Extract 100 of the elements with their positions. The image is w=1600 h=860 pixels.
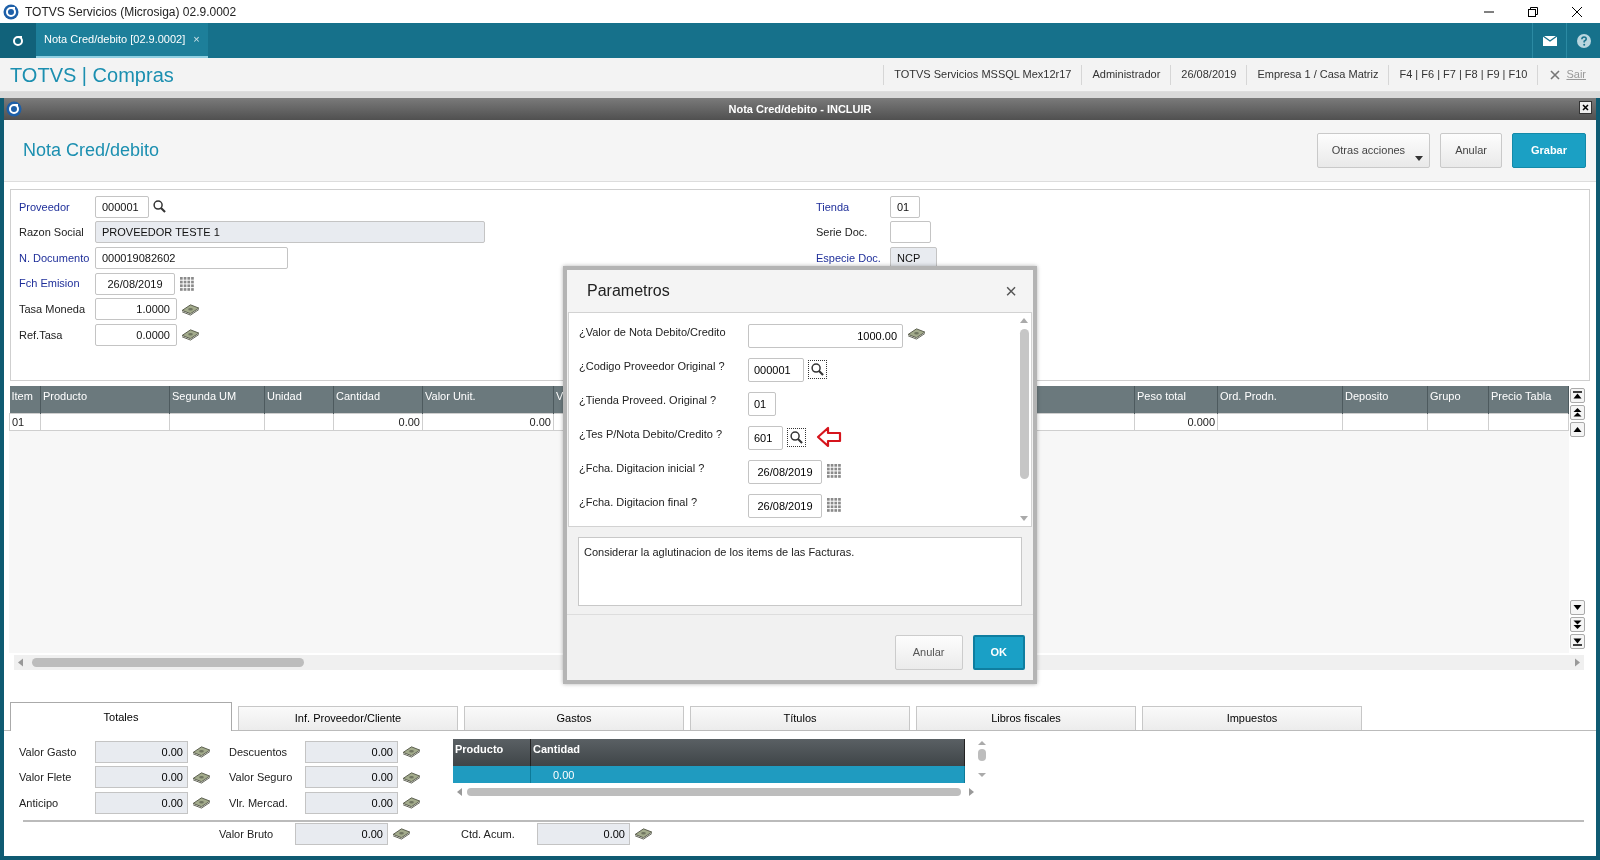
- input-field[interactable]: 0.00: [95, 766, 188, 789]
- column-header: Segunda UM: [172, 390, 237, 402]
- scrollbar: [976, 739, 988, 779]
- cancel-button[interactable]: Anular: [894, 635, 963, 670]
- input-field[interactable]: 1000.00: [748, 324, 903, 348]
- cancel-button[interactable]: Anular: [1440, 133, 1502, 168]
- input-field[interactable]: 601: [748, 426, 783, 450]
- input-field[interactable]: 26/08/2019: [748, 494, 822, 518]
- module-title: TOTVS | Compras: [9, 62, 174, 88]
- input-field[interactable]: 0.0000: [95, 323, 177, 346]
- money-icon[interactable]: [402, 770, 421, 784]
- page-up-button[interactable]: [1570, 405, 1585, 420]
- column-header: Deposito: [1345, 390, 1389, 402]
- calendar-icon[interactable]: [826, 497, 842, 513]
- search-button[interactable]: [787, 428, 806, 447]
- app-tab[interactable]: Nota Cred/debito [02.9.0002] ×: [36, 23, 208, 58]
- page-heading: Nota Cred/debito: [23, 139, 160, 162]
- money-icon[interactable]: [192, 745, 211, 759]
- input-field[interactable]: 0.00: [95, 792, 188, 814]
- field-label: Ctd. Acum.: [461, 826, 516, 842]
- column-header: Cantidad: [336, 390, 381, 402]
- input-field[interactable]: 1.0000: [95, 298, 177, 321]
- scroll-bottom-button[interactable]: [1570, 634, 1585, 649]
- input-field[interactable]: [890, 221, 931, 244]
- scroll-top-icon: [1573, 391, 1582, 400]
- search-icon: [811, 363, 824, 376]
- tab[interactable]: Inf. Proveedor/Cliente: [238, 706, 458, 730]
- money-icon[interactable]: [181, 328, 200, 342]
- money-icon[interactable]: [402, 745, 421, 759]
- scroll-top-button[interactable]: [1570, 388, 1585, 403]
- column-header: Peso total: [1137, 390, 1186, 402]
- mail-icon[interactable]: [1542, 35, 1557, 46]
- tab[interactable]: Libros fiscales: [916, 706, 1136, 730]
- field-label: ¿Fcha. Digitacion inicial ?: [579, 461, 706, 476]
- close-tab-button[interactable]: ×: [193, 31, 200, 48]
- field-label: Fch Emision: [19, 276, 81, 292]
- input-field[interactable]: 000019082602: [95, 247, 288, 269]
- column-header: Item: [11, 390, 33, 402]
- column-header: Cantidad: [531, 739, 965, 766]
- field-label: Especie Doc.: [816, 250, 882, 266]
- money-icon[interactable]: [192, 770, 211, 784]
- tab[interactable]: Títulos: [690, 706, 910, 730]
- money-icon[interactable]: [402, 796, 421, 810]
- tab[interactable]: Totales: [10, 702, 232, 731]
- field-label: ¿Codigo Proveedor Original ?: [579, 359, 726, 374]
- column-header: Valor Unit.: [425, 390, 476, 402]
- field-label: Valor Seguro: [229, 770, 294, 786]
- scroll-up-button[interactable]: [1570, 422, 1585, 437]
- money-icon[interactable]: [192, 796, 211, 810]
- input-field[interactable]: 0.00: [305, 766, 398, 789]
- field-label: Proveedor: [19, 199, 71, 215]
- info-label: F4 | F6 | F7 | F8 | F9 | F10: [1388, 64, 1538, 85]
- page-down-button[interactable]: [1570, 617, 1585, 632]
- info-label: Empresa 1 / Casa Matriz: [1246, 64, 1389, 85]
- actions-menu-button[interactable]: Otras acciones: [1316, 133, 1431, 168]
- tab[interactable]: Gastos: [464, 706, 684, 730]
- input-field[interactable]: 0.00: [95, 740, 188, 763]
- page-up-icon: [1573, 408, 1582, 417]
- scroll-down-button[interactable]: [1570, 600, 1585, 615]
- calendar-icon[interactable]: [826, 463, 842, 479]
- field-label: ¿Valor de Nota Debito/Credito: [579, 325, 727, 340]
- tab[interactable]: Impuestos: [1142, 706, 1362, 730]
- scroll-down-icon: [1573, 603, 1582, 612]
- field-label: Descuentos: [229, 744, 289, 760]
- close-button[interactable]: [1579, 101, 1592, 114]
- input-field[interactable]: 0.00: [537, 822, 630, 845]
- info-label: TOTVS Servicios MSSQL Mex12r17: [883, 64, 1082, 85]
- money-icon[interactable]: [392, 827, 411, 841]
- field-label: ¿Fcha. Digitacion final ?: [579, 495, 698, 510]
- close-button[interactable]: ×: [1001, 281, 1021, 301]
- input-field[interactable]: 01: [748, 392, 776, 416]
- close-icon: [1550, 69, 1561, 80]
- input-field[interactable]: 0.00: [305, 792, 398, 814]
- window-title: Nota Cred/debito - INCLUIR: [728, 101, 872, 117]
- column-header: Producto: [43, 390, 88, 402]
- search-icon[interactable]: [153, 200, 166, 214]
- window-title: TOTVS Servicios (Microsiga) 02.9.0002: [25, 3, 237, 21]
- help-icon[interactable]: [1576, 33, 1591, 48]
- close-button[interactable]: [1572, 6, 1582, 17]
- input-field[interactable]: PROVEEDOR TESTE 1: [95, 221, 485, 244]
- field-label: Valor Gasto: [19, 744, 78, 760]
- input-field[interactable]: 0.00: [305, 740, 398, 763]
- input-field[interactable]: 000001: [95, 195, 149, 218]
- caret-icon: [1415, 156, 1424, 161]
- restore-button[interactable]: [1528, 6, 1538, 17]
- table-cell: 0.00: [531, 766, 965, 783]
- input-field[interactable]: NCP: [890, 247, 937, 269]
- input-field[interactable]: 000001: [748, 358, 804, 382]
- info-label: Administrador: [1081, 64, 1171, 85]
- money-icon[interactable]: [907, 327, 926, 340]
- search-button[interactable]: [808, 360, 827, 379]
- field-label: ¿Tes P/Nota Debito/Credito ?: [579, 427, 724, 442]
- column-header: Grupo: [1430, 390, 1461, 402]
- input-field[interactable]: 0.00: [295, 822, 388, 845]
- input-field[interactable]: 01: [890, 195, 920, 218]
- money-icon[interactable]: [634, 827, 653, 841]
- input-field[interactable]: 26/08/2019: [748, 460, 822, 484]
- calendar-icon[interactable]: [179, 275, 195, 292]
- money-icon[interactable]: [181, 302, 200, 316]
- input-field[interactable]: 26/08/2019: [95, 272, 175, 295]
